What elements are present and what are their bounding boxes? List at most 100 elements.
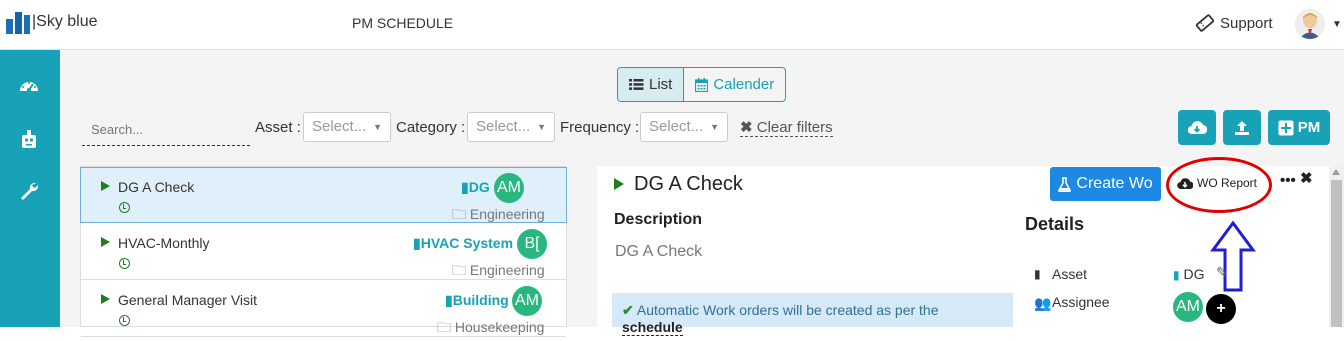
page-title: PM SCHEDULE bbox=[352, 15, 454, 31]
asset-tag-label: HVAC System bbox=[420, 235, 514, 251]
clock-icon bbox=[119, 315, 130, 326]
folder-icon: 🗀 bbox=[452, 262, 466, 278]
detail-title: DG A Check bbox=[634, 173, 743, 195]
plus-square-icon bbox=[1278, 120, 1294, 135]
users-icon: 👥 bbox=[1034, 295, 1052, 311]
avatar: AM bbox=[512, 286, 542, 316]
category-label: 🗀 Housekeeping bbox=[437, 317, 544, 341]
chip-icon: ▮ bbox=[1173, 268, 1180, 282]
upload-button[interactable] bbox=[1223, 110, 1261, 145]
asset-tag[interactable]: ▮HVAC System bbox=[413, 235, 513, 252]
folder-icon: 🗀 bbox=[437, 319, 451, 335]
scrollbar[interactable] bbox=[1329, 166, 1344, 327]
logo[interactable]: |Sky blue bbox=[6, 10, 98, 34]
play-icon bbox=[101, 294, 110, 304]
chevron-down-icon[interactable]: ▼ bbox=[1332, 19, 1342, 30]
chip-icon: ▮ bbox=[461, 179, 469, 195]
ticket-icon bbox=[1196, 14, 1214, 32]
clock-icon bbox=[119, 202, 130, 213]
category-value: Housekeeping bbox=[454, 319, 545, 335]
play-icon bbox=[101, 237, 110, 247]
cloud-download-icon bbox=[1187, 120, 1207, 134]
view-toggle: List Calender bbox=[617, 67, 787, 102]
robot-icon[interactable] bbox=[18, 128, 40, 150]
asset-detail-value[interactable]: ▮ DG bbox=[1173, 266, 1205, 282]
add-assignee-button[interactable]: + bbox=[1206, 294, 1236, 324]
support-label: Support bbox=[1220, 14, 1273, 32]
category-select[interactable]: Select... ▼ bbox=[467, 112, 555, 142]
list-item[interactable]: General Manager Visit ▮Building AM 🗀 Hou… bbox=[81, 281, 566, 337]
pm-name: General Manager Visit bbox=[118, 292, 258, 308]
asset-tag[interactable]: ▮DG bbox=[461, 179, 490, 196]
download-button[interactable] bbox=[1178, 110, 1216, 145]
tab-calendar-label: Calender bbox=[713, 76, 775, 93]
list-item[interactable]: DG A Check ▮DG AM 🗀 Engineering bbox=[80, 167, 567, 223]
clear-filters-link[interactable]: ✖ Clear filters bbox=[740, 118, 833, 137]
avatar: B[ bbox=[517, 229, 547, 259]
asset-select-placeholder: Select... bbox=[312, 118, 367, 135]
folder-icon: 🗀 bbox=[452, 206, 466, 222]
logo-mark bbox=[6, 10, 30, 34]
create-wo-label: Create Wo bbox=[1076, 175, 1153, 192]
frequency-filter-label: Frequency : bbox=[560, 119, 640, 136]
calendar-icon bbox=[695, 77, 709, 92]
description-heading: Description bbox=[614, 211, 703, 228]
clock-icon bbox=[119, 258, 130, 269]
play-icon bbox=[614, 178, 624, 190]
chevron-down-icon: ▼ bbox=[710, 122, 719, 132]
tab-calendar[interactable]: Calender bbox=[684, 68, 785, 101]
asset-tag-label: DG bbox=[468, 179, 490, 195]
create-wo-button[interactable]: Create Wo bbox=[1050, 167, 1161, 201]
asset-tag[interactable]: ▮Building bbox=[445, 292, 509, 309]
user-avatar[interactable] bbox=[1295, 9, 1325, 39]
flask-icon bbox=[1058, 176, 1072, 192]
list-item[interactable]: HVAC-Monthly ▮HVAC System B[ 🗀 Engineeri… bbox=[81, 224, 566, 280]
asset-select[interactable]: Select... ▼ bbox=[303, 112, 391, 142]
asset-detail-value-text: DG bbox=[1183, 266, 1205, 282]
chip-icon: ▮ bbox=[413, 235, 421, 251]
chevron-down-icon: ▼ bbox=[537, 122, 546, 132]
sidebar bbox=[0, 50, 60, 327]
more-options-icon[interactable]: ••• bbox=[1280, 172, 1296, 189]
category-select-placeholder: Select... bbox=[476, 118, 531, 135]
tab-list[interactable]: List bbox=[618, 68, 685, 101]
info-alert: ✔ Automatic Work orders will be created … bbox=[612, 293, 1013, 336]
category-value: Engineering bbox=[469, 262, 545, 278]
chevron-down-icon: ▼ bbox=[373, 122, 382, 132]
chip-icon: ▮ bbox=[445, 292, 453, 308]
pm-name: HVAC-Monthly bbox=[118, 235, 210, 251]
asset-tag-label: Building bbox=[452, 292, 509, 308]
search-input[interactable] bbox=[82, 114, 250, 146]
wrench-icon[interactable] bbox=[18, 180, 40, 202]
close-icon: ✖ bbox=[740, 119, 753, 136]
asset-filter-label: Asset : bbox=[255, 119, 301, 136]
avatar: AM bbox=[1173, 292, 1203, 322]
assignee-detail-label: Assignee bbox=[1052, 294, 1110, 310]
frequency-select-placeholder: Select... bbox=[649, 118, 704, 135]
upload-icon bbox=[1235, 120, 1249, 135]
pm-list: DG A Check ▮DG AM 🗀 Engineering HVAC-Mon… bbox=[80, 166, 567, 337]
frequency-select[interactable]: Select... ▼ bbox=[640, 112, 728, 142]
edit-icon[interactable]: ✎ bbox=[1216, 264, 1228, 281]
category-filter-label: Category : bbox=[396, 119, 466, 136]
close-icon[interactable]: ✖ bbox=[1300, 169, 1313, 187]
pm-name: DG A Check bbox=[118, 179, 195, 195]
list-icon bbox=[629, 79, 644, 90]
details-heading: Details bbox=[1025, 214, 1085, 234]
annotation-ellipse bbox=[1166, 157, 1272, 213]
avatar: AM bbox=[494, 173, 524, 203]
support-link[interactable]: Support bbox=[1196, 14, 1273, 32]
play-icon bbox=[101, 181, 110, 191]
tab-list-label: List bbox=[649, 76, 673, 93]
alert-text: Automatic Work orders will be created as… bbox=[636, 302, 939, 318]
add-pm-button[interactable]: PM bbox=[1268, 110, 1330, 145]
annotation-arrow bbox=[1210, 220, 1256, 292]
asset-detail-label: Asset bbox=[1052, 266, 1088, 282]
chip-icon: ▮ bbox=[1034, 267, 1041, 281]
dashboard-icon[interactable] bbox=[18, 76, 40, 98]
category-value: Engineering bbox=[469, 206, 545, 222]
schedule-link[interactable]: schedule bbox=[622, 319, 683, 336]
add-pm-label: PM bbox=[1297, 119, 1321, 136]
top-bar: |Sky blue PM SCHEDULE Support ▼ bbox=[0, 0, 1344, 50]
description-value: DG A Check bbox=[615, 243, 703, 260]
